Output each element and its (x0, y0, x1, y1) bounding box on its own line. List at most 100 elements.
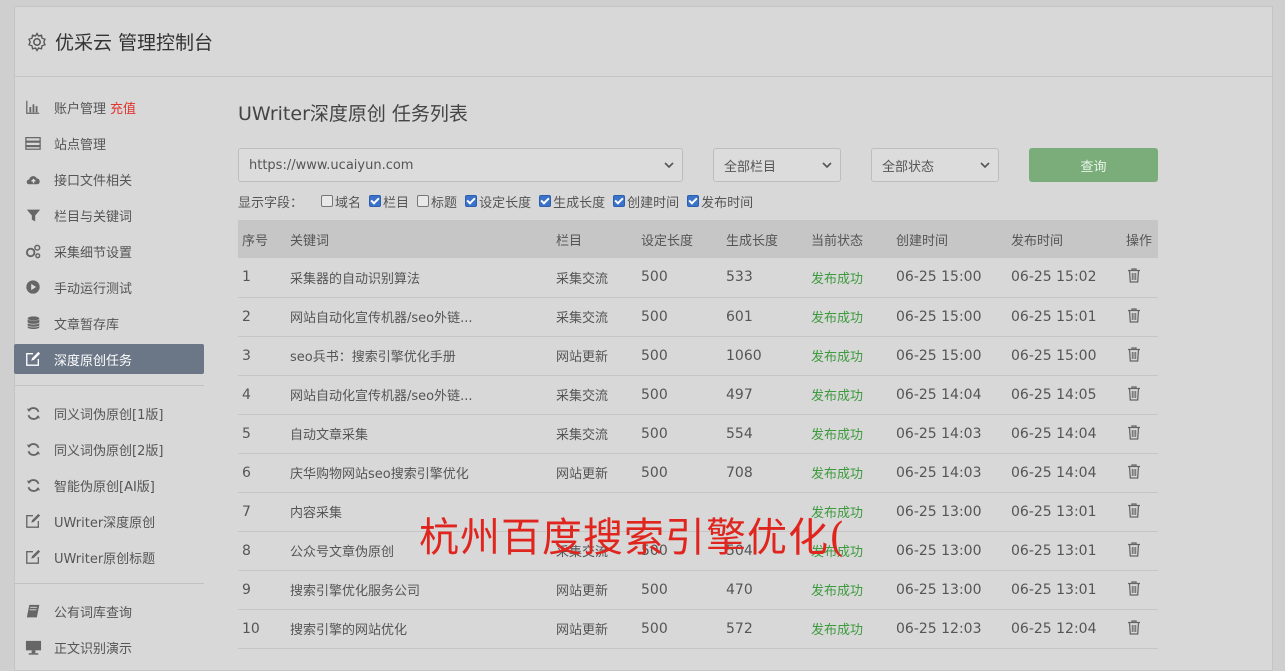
row-keyword[interactable]: 搜索引擎优化服务公司 (286, 570, 552, 610)
row-created: 06-25 15:00 (892, 258, 1007, 298)
sidebar-item[interactable]: 站点管理 (14, 128, 204, 158)
category-select[interactable]: 全部栏目 (713, 148, 841, 182)
edit-icon (24, 512, 42, 530)
gears-icon (24, 242, 42, 260)
trash-icon[interactable] (1126, 385, 1142, 401)
column-header: 生成长度 (722, 220, 807, 258)
sidebar-item[interactable]: 同义词伪原创[2版] (14, 434, 204, 464)
sidebar-item[interactable]: 文章暂存库 (14, 308, 204, 338)
category-select-value: 全部栏目 (724, 159, 777, 175)
status-select[interactable]: 全部状态 (871, 148, 999, 182)
row-index: 4 (238, 375, 286, 415)
row-keyword[interactable]: 庆华购物网站seo搜索引擎优化 (286, 453, 552, 493)
field-checkbox-label: 设定长度 (479, 195, 532, 211)
field-checkbox[interactable]: 标题 (417, 192, 457, 211)
checkbox-box[interactable] (613, 195, 626, 207)
row-status: 发布成功 (807, 570, 892, 610)
checkbox-box[interactable] (417, 195, 430, 207)
checkbox-box[interactable] (465, 195, 478, 207)
display-fields: 显示字段： 域名 栏目 标题 设定长度 生成长度 创建时间 发布时间 (238, 188, 1158, 214)
checkbox-box[interactable] (687, 195, 700, 207)
row-created: 06-25 15:00 (892, 336, 1007, 376)
trash-icon[interactable] (1126, 424, 1142, 440)
row-keyword[interactable]: 网站自动化宣传机器/seo外链... (286, 375, 552, 415)
row-published: 06-25 14:04 (1007, 414, 1122, 454)
top-bar: 优采云 管理控制台 (15, 7, 1272, 77)
row-status: 发布成功 (807, 453, 892, 493)
trash-icon[interactable] (1126, 267, 1142, 283)
table-row: 2 网站自动化宣传机器/seo外链... 采集交流 500 601 发布成功 06-25 1… (238, 297, 1158, 337)
row-created: 06-25 12:03 (892, 609, 1007, 649)
field-checkbox[interactable]: 设定长度 (465, 192, 531, 211)
chevron-down-icon (822, 162, 832, 169)
sidebar-item[interactable]: 接口文件相关 (14, 164, 204, 194)
edit-icon (24, 350, 42, 368)
row-published: 06-25 14:04 (1007, 453, 1122, 493)
sidebar-item[interactable]: 公有词库查询 (14, 596, 204, 626)
checkbox-box[interactable] (539, 195, 552, 207)
checkbox-box[interactable] (321, 195, 334, 207)
field-checkbox[interactable]: 生成长度 (539, 192, 605, 211)
sidebar-item-label: 文章暂存库 (54, 317, 120, 333)
row-published: 06-25 14:05 (1007, 375, 1122, 415)
field-checkbox-label: 标题 (431, 195, 458, 211)
column-header: 当前状态 (807, 220, 892, 258)
row-keyword[interactable]: 自动文章采集 (286, 414, 552, 454)
row-index: 10 (238, 609, 286, 649)
refresh-icon (24, 440, 42, 458)
sidebar-item[interactable]: 同义词伪原创[1版] (14, 398, 204, 428)
sidebar-item-label: 手动运行测试 (54, 281, 133, 297)
row-status: 发布成功 (807, 336, 892, 376)
sidebar-item-label: 接口文件相关 (54, 173, 133, 189)
sidebar-item[interactable]: 正文识别演示 (14, 632, 204, 662)
trash-icon[interactable] (1126, 463, 1142, 479)
sidebar-item-label: 账户管理 (54, 101, 107, 117)
row-keyword[interactable]: seo兵书：搜索引擎优化手册 (286, 336, 552, 376)
filter-icon (24, 206, 42, 224)
row-published: 06-25 13:01 (1007, 492, 1122, 532)
row-index: 1 (238, 258, 286, 298)
row-set-length: 500 (637, 570, 722, 610)
query-button[interactable]: 查询 (1029, 148, 1158, 182)
row-category: 网站更新 (552, 570, 637, 610)
row-actions (1122, 414, 1158, 454)
row-keyword[interactable]: 网站自动化宣传机器/seo外链... (286, 297, 552, 337)
row-actions (1122, 258, 1158, 298)
trash-icon[interactable] (1126, 346, 1142, 362)
sidebar-item[interactable]: 采集细节设置 (14, 236, 204, 266)
server-icon (24, 134, 42, 152)
field-checkbox[interactable]: 栏目 (369, 192, 409, 211)
sidebar-item[interactable]: UWriter深度原创 (14, 506, 204, 536)
trash-icon[interactable] (1126, 502, 1142, 518)
site-select[interactable]: https://www.ucaiyun.com (238, 148, 683, 182)
field-checkbox[interactable]: 发布时间 (687, 192, 753, 211)
sidebar-item[interactable]: 深度原创任务 (14, 344, 204, 374)
row-category: 采集交流 (552, 258, 637, 298)
sidebar-item[interactable]: 栏目与关键词 (14, 200, 204, 230)
trash-icon[interactable] (1126, 580, 1142, 596)
sidebar-item[interactable]: UWriter原创标题 (14, 542, 204, 572)
row-set-length: 500 (637, 453, 722, 493)
bar-chart-icon (24, 98, 42, 116)
status-select-value: 全部状态 (882, 159, 935, 175)
row-gen-length: 533 (722, 258, 807, 298)
table-row: 4 网站自动化宣传机器/seo外链... 采集交流 500 497 发布成功 06-25 1… (238, 375, 1158, 415)
sidebar-item[interactable]: 账户管理 充值 (14, 92, 204, 122)
checkbox-box[interactable] (369, 195, 382, 207)
field-checkbox[interactable]: 创建时间 (613, 192, 679, 211)
row-created: 06-25 15:00 (892, 297, 1007, 337)
sidebar-item[interactable]: 智能伪原创[AI版] (14, 470, 204, 500)
trash-icon[interactable] (1126, 541, 1142, 557)
sidebar-item[interactable]: 手动运行测试 (14, 272, 204, 302)
row-actions (1122, 492, 1158, 532)
field-checkbox[interactable]: 域名 (321, 192, 361, 211)
table-row: 1 采集器的自动识别算法 采集交流 500 533 发布成功 06-25 15:00 06-2… (238, 258, 1158, 298)
row-created: 06-25 13:00 (892, 492, 1007, 532)
column-header: 关键词 (286, 220, 552, 258)
row-keyword[interactable]: 搜索引擎的网站优化 (286, 609, 552, 649)
trash-icon[interactable] (1126, 619, 1142, 635)
recharge-link[interactable]: 充值 (110, 98, 136, 117)
sidebar-item-label: 同义词伪原创[1版] (54, 407, 164, 423)
trash-icon[interactable] (1126, 307, 1142, 323)
row-keyword[interactable]: 采集器的自动识别算法 (286, 258, 552, 298)
